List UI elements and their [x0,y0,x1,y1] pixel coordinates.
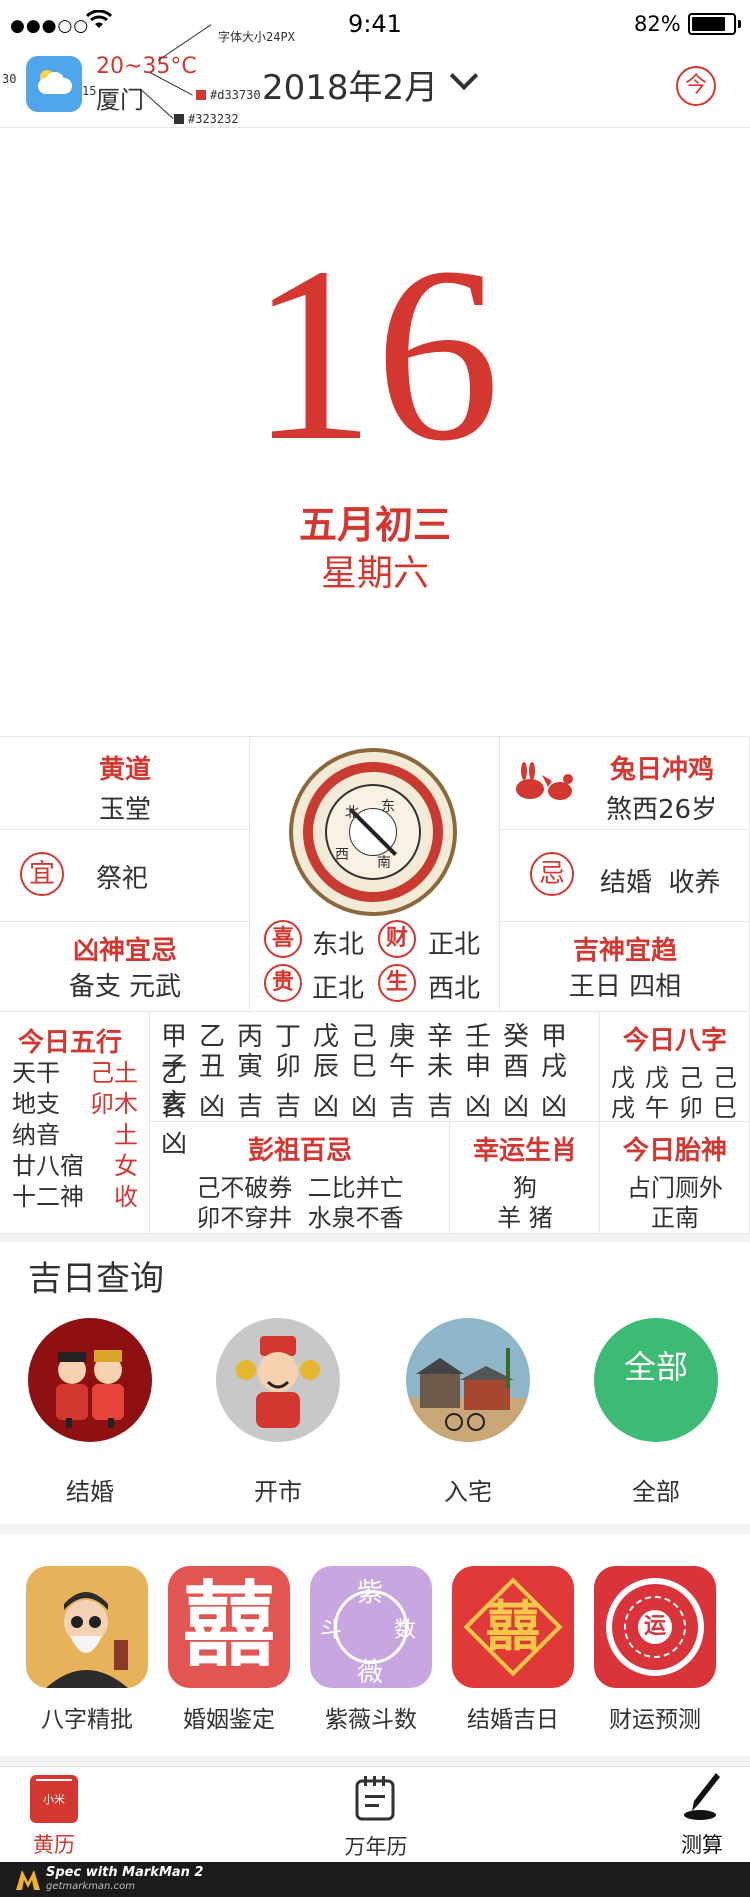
service-label-caiyun[interactable]: 财运预测 [580,1700,730,1734]
huangdao-title: 黄道 [98,755,151,785]
section-divider [0,1756,750,1766]
gui-direction-tag: 贵 [264,964,302,1002]
temperature: 20~35°C [96,54,197,79]
wuxing-labels: 天干 地支 纳音 廿八宿 十二神 [12,1059,84,1211]
spec-swatch-red [196,90,206,100]
day-number: 16 [250,216,500,493]
ji-value: 结婚 收养 [600,868,721,898]
tab-bar: 小米 黄历 万年历 测算 [0,1766,750,1862]
section-divider [0,1524,750,1534]
markman-logo-icon [14,1868,42,1892]
markman-brand: Spec with MarkMan 2 [46,1865,204,1880]
tab-huangli[interactable]: 黄历 [0,1829,114,1859]
tab-wannianli[interactable]: 万年历 [316,1831,436,1861]
chong-value: 煞西26岁 [606,795,718,825]
battery-percent: 82% [634,12,681,36]
house-move-icon[interactable] [406,1318,530,1442]
calendar-icon[interactable] [354,1775,396,1821]
battery-icon [688,13,741,35]
markman-footer: Spec with MarkMan 2 getmarkman.com [0,1862,750,1897]
all-categories-button[interactable]: 全部 [594,1318,718,1442]
tab-cesuan[interactable]: 测算 [642,1829,750,1859]
taishen-line2: 正南 [651,1204,699,1232]
weekday: 星期六 [320,553,429,594]
jiri-label-kaishi[interactable]: 开市 [203,1472,353,1507]
fortune-teller-icon[interactable] [26,1566,148,1688]
jishen-value: 王日 四相 [568,972,682,1002]
spec-font-note: 字体大小24PX [218,30,295,44]
wedding-couple-icon[interactable] [28,1318,152,1442]
cai-direction-tag: 财 [378,920,416,958]
sheng-direction-tag: 生 [378,964,416,1002]
jiri-label-ruzhai[interactable]: 入宅 [393,1472,543,1507]
section-divider [0,1234,750,1242]
xi-direction: 东北 [312,930,365,960]
service-label-hunyin[interactable]: 婚姻鉴定 [154,1700,304,1734]
huangdao-cell: 黄道 玉堂 [0,736,250,830]
lunar-date: 五月初三 [298,503,451,547]
jiri-title: 吉日查询 [28,1259,164,1299]
jishen-cell: 吉神宜趋 王日 四相 [500,922,750,1012]
pengzu-cell: 彭祖百忌 己不破券 二比并亡 卯不穿井 水泉不香 [150,1122,450,1234]
chong-cell: 兔日冲鸡 煞西26岁 [500,736,750,830]
almanac-icon[interactable]: 小米 [30,1775,78,1823]
yi-seal-icon: 宜 [20,852,64,896]
spec-dim-15: 15 [82,84,97,98]
service-label-jiehun[interactable]: 结婚吉日 [438,1700,588,1734]
gui-direction: 正北 [312,974,365,1004]
partly-cloudy-icon[interactable] [26,56,82,112]
wuxing-values: 己土 卯木 土 女 收 [90,1059,138,1211]
taishen-title: 今日胎神 [622,1136,727,1166]
xiongshen-cell: 凶神宜忌 备支 元武 [0,922,250,1012]
huangdao-value: 玉堂 [98,795,151,825]
xiongshen-value: 备支 元武 [68,972,182,1002]
sheng-direction: 西北 [428,974,481,1004]
jishen-title: 吉神宜趋 [572,936,677,966]
pengzu-title: 彭祖百忌 [247,1136,352,1166]
service-label-bazi[interactable]: 八字精批 [12,1700,162,1734]
bazi-title: 今日八字 [622,1026,727,1056]
spec-color-dark: #323232 [188,112,239,126]
hours-cell: 甲乙丙丁戊己庚辛壬癸甲乙 子丑寅卯辰巳午未申酉戌亥 吉凶吉吉凶凶吉吉凶凶凶凶 [150,1012,600,1159]
jiri-label-all[interactable]: 全部 [581,1472,731,1507]
brush-icon[interactable] [680,1771,726,1823]
ji-cell[interactable]: 忌 结婚 收养 [500,830,750,922]
spec-swatch-dark [174,114,184,124]
markman-url: getmarkman.com [46,1881,135,1892]
taishen-cell: 今日胎神 占门厕外 正南 [600,1122,750,1234]
god-of-wealth-icon[interactable] [216,1318,340,1442]
yi-cell[interactable]: 宜 祭祀 [0,830,250,922]
chevron-down-icon[interactable] [449,61,479,91]
cai-direction: 正北 [428,930,481,960]
ziwei-chart-icon[interactable]: 紫 数 薇 斗 [310,1566,432,1688]
yi-value: 祭祀 [96,864,149,894]
jiri-label-wedding[interactable]: 结婚 [15,1472,165,1507]
wedding-date-icon[interactable]: 囍 [452,1566,574,1688]
header: 20~35°C 厦门 2018年2月 今 [0,48,750,128]
chong-title: 兔日冲鸡 [610,755,715,785]
wealth-bagua-icon[interactable]: 运 [594,1566,716,1688]
city-name[interactable]: 厦门 [96,80,144,115]
bazi-row2: 戌午卯巳 [611,1094,737,1122]
wuxing-title: 今日五行 [18,1028,123,1058]
service-label-ziwei[interactable]: 紫薇斗数 [296,1700,446,1734]
double-happiness-icon[interactable]: 囍 [168,1566,290,1688]
spec-dim-30: 30 [2,72,17,86]
lucky-zodiac-line2: 羊 猪 [497,1204,553,1232]
status-bar: ●●●○○ 9:41 82% [0,0,750,48]
month-title[interactable]: 2018年2月 [262,60,438,109]
xi-direction-tag: 喜 [264,920,302,958]
pengzu-line2: 卯不穿井 水泉不香 [196,1204,404,1232]
lucky-zodiac-cell: 幸运生肖 狗 羊 猪 [450,1122,600,1234]
wuxing-cell: 今日五行 天干 地支 纳音 廿八宿 十二神 己土 卯木 土 女 收 [0,1012,150,1234]
spec-color-red: #d33730 [210,88,261,102]
compass-icon: 东 北 西 南 [289,748,457,916]
bazi-cell: 今日八字 戊戊己己 戌午卯巳 [600,1012,750,1122]
xiongshen-title: 凶神宜忌 [72,936,177,966]
ji-seal-icon: 忌 [530,852,574,896]
today-button[interactable]: 今 [676,66,716,106]
lucky-zodiac-title: 幸运生肖 [472,1136,577,1166]
rabbit-rooster-icon [512,761,576,811]
